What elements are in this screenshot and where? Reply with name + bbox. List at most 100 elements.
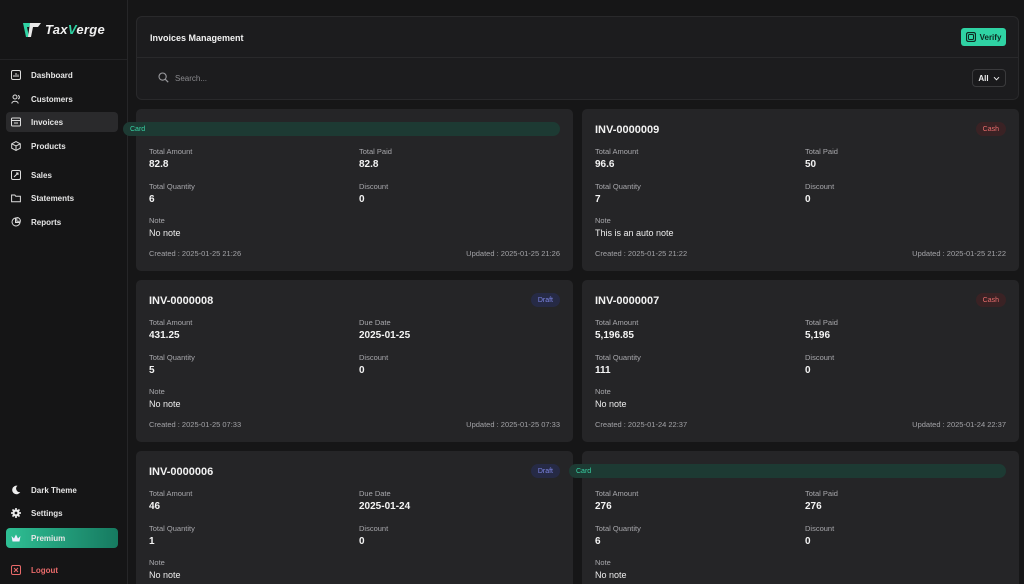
sidebar-item-settings[interactable]: Settings <box>6 503 118 523</box>
sidebar-item-label: Statements <box>31 193 75 203</box>
brand-logo[interactable]: TaxVerge <box>0 0 127 60</box>
created-timestamp: Created : 2025-01-25 21:26 <box>149 249 242 258</box>
status-badge: Cash <box>975 293 1006 307</box>
bar-chart-icon <box>11 70 21 80</box>
updated-timestamp: Updated : 2025-01-25 21:26 <box>466 249 560 258</box>
sales-icon <box>11 170 21 180</box>
status-badge: Card <box>123 122 560 136</box>
sidebar-item-invoices[interactable]: Invoices <box>6 112 118 132</box>
updated-timestamp: Updated : 2025-01-25 07:33 <box>466 420 560 429</box>
logout-icon <box>11 565 21 575</box>
discount-label: Discount <box>805 353 835 362</box>
sidebar-item-label: Dashboard <box>31 70 73 80</box>
sidebar-item-label: Customers <box>31 94 73 104</box>
secondary-field-value: 82.8 <box>359 159 379 170</box>
total-amount-label: Total Amount <box>595 318 639 327</box>
secondary-field-value: 5,196 <box>805 330 831 341</box>
sidebar-item-label: Reports <box>31 217 62 227</box>
updated-timestamp: Updated : 2025-01-25 21:22 <box>912 249 1006 258</box>
verify-label: Verify <box>979 32 1002 42</box>
logout-button[interactable]: Logout <box>6 560 118 580</box>
total-quantity-value: 6 <box>595 536 601 547</box>
sidebar-item-label: Invoices <box>31 117 64 127</box>
note-label: Note <box>149 216 165 225</box>
crown-icon <box>11 533 21 543</box>
note-value: No note <box>149 570 181 580</box>
secondary-field-label: Total Paid <box>359 147 392 156</box>
secondary-field-label: Total Paid <box>805 489 838 498</box>
invoice-card[interactable]: INV-0000007 Cash Total Amount 5,196.85 Total… <box>582 280 1019 442</box>
sidebar-item-products[interactable]: Products <box>6 136 118 156</box>
total-amount-value: 82.8 <box>149 159 169 170</box>
total-quantity-label: Total Quantity <box>595 353 641 362</box>
note-label: Note <box>595 216 611 225</box>
dark-theme-toggle[interactable]: Dark Theme <box>6 480 118 500</box>
status-badge: Draft <box>530 464 560 478</box>
discount-value: 0 <box>805 194 811 205</box>
dark-theme-label: Dark Theme <box>31 485 77 495</box>
pie-chart-icon <box>11 217 21 227</box>
total-amount-label: Total Amount <box>149 489 193 498</box>
total-quantity-label: Total Quantity <box>149 353 195 362</box>
status-badge: Draft <box>530 293 560 307</box>
discount-label: Discount <box>359 524 389 533</box>
created-timestamp: Created : 2025-01-25 21:22 <box>595 249 688 258</box>
total-quantity-value: 5 <box>149 365 155 376</box>
discount-value: 0 <box>359 194 365 205</box>
discount-label: Discount <box>359 182 389 191</box>
invoice-card[interactable]: INV-0000006 Draft Total Amount 46 Due Date 20… <box>136 451 573 584</box>
page-title: Invoices Management <box>150 33 244 43</box>
total-quantity-value: 1 <box>149 536 155 547</box>
sidebar-item-sales[interactable]: Sales <box>6 165 118 185</box>
total-amount-value: 5,196.85 <box>595 330 634 341</box>
note-value: No note <box>149 228 181 238</box>
premium-button[interactable]: Premium <box>6 528 118 548</box>
total-amount-label: Total Amount <box>595 147 639 156</box>
invoice-id: INV-0000008 <box>149 295 214 307</box>
status-badge: Card <box>569 464 1006 478</box>
secondary-field-value: 2025-01-25 <box>359 330 411 341</box>
invoice-id: INV-0000007 <box>595 295 660 307</box>
total-quantity-value: 7 <box>595 194 601 205</box>
invoice-card[interactable]: INV-0000008 Draft Total Amount 431.25 Due Da… <box>136 280 573 442</box>
sidebar-item-label: Sales <box>31 170 52 180</box>
status-badge: Cash <box>975 122 1006 136</box>
filter-value: All <box>978 73 989 83</box>
sidebar-item-reports[interactable]: Reports <box>6 212 118 232</box>
note-label: Note <box>595 387 611 396</box>
sidebar-item-dashboard[interactable]: Dashboard <box>6 65 118 85</box>
invoice-card[interactable]: INV-0000009 Cash Total Amount 96.6 Total Pai… <box>582 109 1019 271</box>
total-amount-value: 46 <box>149 501 161 512</box>
verify-button[interactable]: Verify <box>961 28 1006 46</box>
gear-icon <box>11 508 21 518</box>
total-amount-label: Total Amount <box>149 147 193 156</box>
note-label: Note <box>595 558 611 567</box>
status-filter-select[interactable]: All <box>972 69 1006 87</box>
updated-timestamp: Updated : 2025-01-24 22:37 <box>912 420 1006 429</box>
users-icon <box>11 94 21 104</box>
note-value: This is an auto note <box>595 228 674 238</box>
secondary-field-value: 50 <box>805 159 817 170</box>
total-amount-value: 276 <box>595 501 612 512</box>
moon-icon <box>11 485 21 495</box>
invoice-id: INV-0000006 <box>149 466 214 478</box>
invoice-icon <box>11 117 21 127</box>
note-label: Note <box>149 387 165 396</box>
logout-label: Logout <box>31 565 59 575</box>
secondary-field-value: 276 <box>805 501 822 512</box>
sidebar-item-customers[interactable]: Customers <box>6 89 118 109</box>
folder-icon <box>11 193 21 203</box>
search-input[interactable] <box>175 70 475 86</box>
secondary-field-label: Total Paid <box>805 318 838 327</box>
total-quantity-label: Total Quantity <box>595 524 641 533</box>
sidebar-item-label: Products <box>31 141 66 151</box>
secondary-field-value: 2025-01-24 <box>359 501 411 512</box>
total-quantity-label: Total Quantity <box>595 182 641 191</box>
invoice-card[interactable]: INV-0000005CardTotal Amount276Total Paid… <box>569 451 1019 584</box>
sidebar-item-statements[interactable]: Statements <box>6 188 118 208</box>
sidebar: TaxVerge Dashboard Customers Invoices Pr… <box>0 0 128 584</box>
invoice-card[interactable]: INV-0000010CardTotal Amount82.8Total Pai… <box>123 109 573 271</box>
total-quantity-label: Total Quantity <box>149 182 195 191</box>
secondary-field-label: Due Date <box>359 489 391 498</box>
total-quantity-value: 111 <box>595 365 611 376</box>
